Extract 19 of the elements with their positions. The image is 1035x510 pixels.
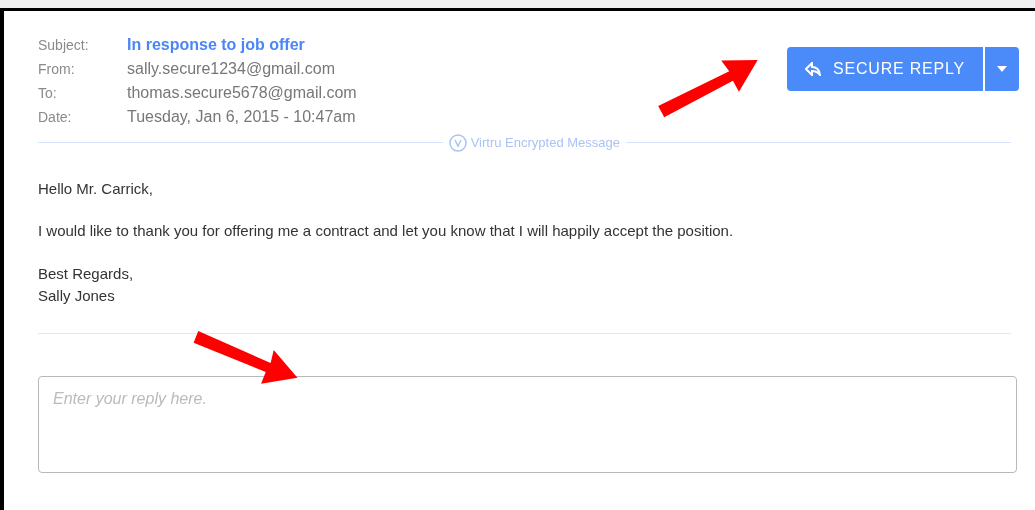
field-value: In response to job offer [127,35,305,55]
message-paragraph: I would like to thank you for offering me a contract and let you know that I will happily accept the position. [38,220,735,241]
message-paragraph: Hello Mr. Carrick, [38,178,154,199]
field-value: sally.secure1234@gmail.com [127,59,336,79]
dropdown-button[interactable] [985,47,1019,91]
reply-icon [805,62,821,76]
field-label: From: [38,59,76,79]
field-label: Subject: [38,35,90,55]
reply-field[interactable]: Enter your reply here. [38,375,1017,473]
caret-icon [997,66,1007,72]
field-value: Tuesday, Jan 6, 2015 - 10:47am [127,107,356,127]
field-label: Date: [38,107,73,127]
divider-label: Virtru Encrypted Message [470,134,620,152]
v-icon [448,133,467,152]
signature-line: Best Regards, [38,263,135,284]
secure-reply-button[interactable]: SECURE REPLY [787,47,983,91]
field-value: thomas.secure5678@gmail.com [127,83,357,103]
field-label: To: [38,83,58,103]
signature-line: Sally Jones [38,285,116,306]
